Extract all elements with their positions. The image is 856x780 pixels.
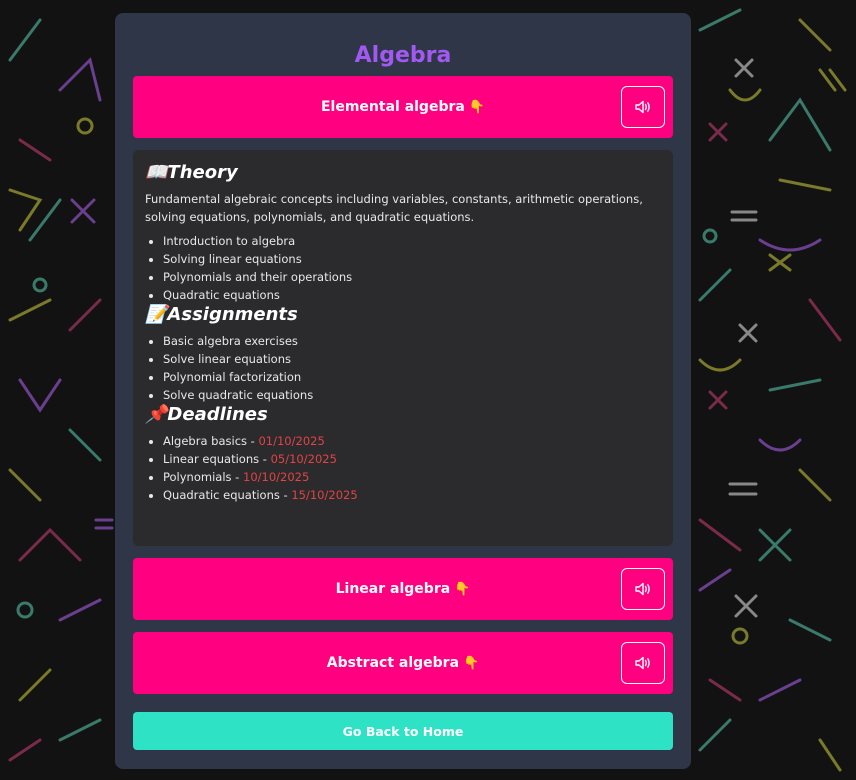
list-item: Polynomials - 10/10/2025 <box>163 468 661 486</box>
accordion-title: Linear algebra <box>335 581 451 597</box>
accordion-abstract-algebra[interactable]: Abstract algebra 👇 <box>133 632 673 694</box>
theory-list: Introduction to algebra Solving linear e… <box>145 232 661 304</box>
go-back-home-button[interactable]: Go Back to Home <box>133 712 673 750</box>
list-item: Introduction to algebra <box>163 232 661 250</box>
list-item: Solve quadratic equations <box>163 386 661 404</box>
speak-button[interactable] <box>621 86 665 128</box>
elemental-algebra-content: 📖Theory Fundamental algebraic concepts i… <box>133 150 673 546</box>
memo-icon: 📝 <box>145 304 168 325</box>
list-item: Solve linear equations <box>163 350 661 368</box>
accordion-linear-algebra[interactable]: Linear algebra 👇 <box>133 558 673 620</box>
page-title: Algebra <box>354 43 452 68</box>
accordion-elemental-algebra[interactable]: Elemental algebra 👇 <box>133 76 673 138</box>
speaker-icon <box>635 656 650 670</box>
pushpin-icon: 📌 <box>145 404 168 425</box>
deadline-name: Algebra basics <box>163 434 248 448</box>
accordion-label: Abstract algebra 👇 <box>133 655 673 671</box>
accordion-title: Elemental algebra <box>320 99 465 115</box>
assignments-heading: 📝Assignments <box>145 304 298 325</box>
deadline-name: Linear equations <box>163 452 260 466</box>
list-item: Quadratic equations <box>163 286 661 304</box>
algebra-panel: Algebra Elemental algebra 👇 📖Theory Funda… <box>115 13 691 769</box>
pointing-down-hand-icon: 👇 <box>454 582 471 597</box>
deadlines-heading: 📌Deadlines <box>145 404 268 425</box>
accordion-title: Abstract algebra <box>326 655 460 671</box>
pointing-down-hand-icon: 👇 <box>463 656 480 671</box>
list-item: Polynomials and their operations <box>163 268 661 286</box>
deadline-date: 01/10/2025 <box>258 434 325 448</box>
deadline-name: Quadratic equations <box>163 488 280 502</box>
assignments-list: Basic algebra exercises Solve linear equ… <box>145 332 661 404</box>
deadline-date: 15/10/2025 <box>291 488 358 502</box>
list-item: Algebra basics - 01/10/2025 <box>163 432 661 450</box>
speak-button[interactable] <box>621 642 665 684</box>
deadline-name: Polynomials <box>163 470 232 484</box>
deadline-date: 05/10/2025 <box>270 452 337 466</box>
deadline-date: 10/10/2025 <box>243 470 310 484</box>
list-item: Solving linear equations <box>163 250 661 268</box>
pointing-down-hand-icon: 👇 <box>468 100 486 115</box>
book-icon: 📖 <box>145 162 168 183</box>
list-item: Quadratic equations - 15/10/2025 <box>163 486 661 504</box>
deadlines-list: Algebra basics - 01/10/2025 Linear equat… <box>145 432 661 504</box>
theory-heading: 📖Theory <box>145 162 238 183</box>
speaker-icon <box>635 582 650 596</box>
accordion-label: Linear algebra 👇 <box>133 581 673 597</box>
speak-button[interactable] <box>621 568 665 610</box>
list-item: Basic algebra exercises <box>163 332 661 350</box>
list-item: Polynomial factorization <box>163 368 661 386</box>
accordion-label: Elemental algebra 👇 <box>133 99 673 115</box>
theory-description: Fundamental algebraic concepts including… <box>145 192 643 224</box>
list-item: Linear equations - 05/10/2025 <box>163 450 661 468</box>
speaker-icon <box>635 100 650 114</box>
